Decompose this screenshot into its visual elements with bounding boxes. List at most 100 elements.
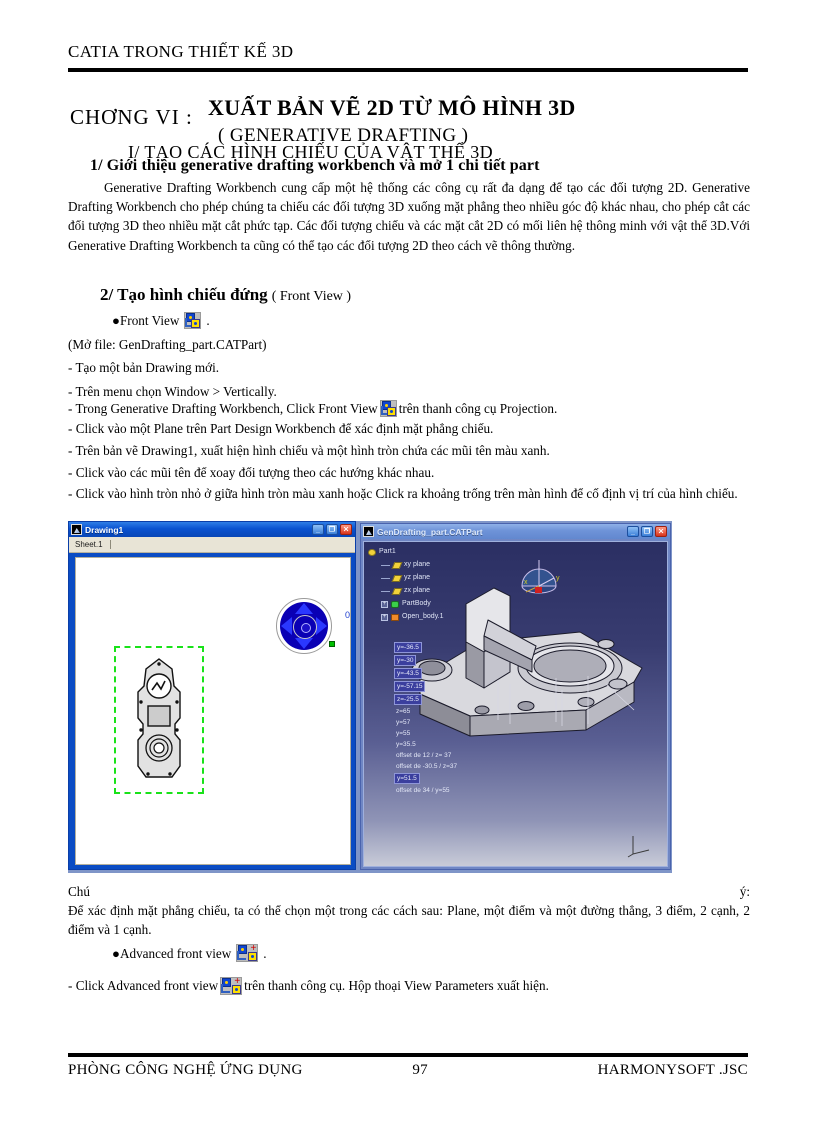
measure-label[interactable]: y=35.5 xyxy=(394,740,418,749)
bullet-advanced-front-view-label: ●Advanced front view xyxy=(112,946,232,961)
measure-label[interactable]: y=51.5 xyxy=(394,773,420,784)
drawing1-canvas[interactable]: 0 xyxy=(75,557,351,865)
tree-node-label: Part1 xyxy=(379,548,396,555)
step-fix-position: - Click vào hình tròn nhỏ ở giữa hình tr… xyxy=(68,486,738,501)
step-click-front-view-text-a: - Trong Generative Drafting Workbench, C… xyxy=(68,401,378,416)
measure-label[interactable]: offset de -30.5 / z=37 xyxy=(394,762,459,771)
gendrafting-title: GenDrafting_part.CATPart xyxy=(377,526,483,537)
front-view-toolbar-icon-2[interactable] xyxy=(379,400,397,417)
compass-axis-label-x: x xyxy=(524,579,528,586)
bullet-front-view-period: . xyxy=(206,313,210,328)
open-file-line: (Mở file: GenDrafting_part.CATPart) xyxy=(68,337,267,352)
step-arrows: - Click vào các mũi tên để xoay đối tượn… xyxy=(68,465,435,480)
plane-icon xyxy=(391,561,403,569)
step-new-drawing: - Tạo một bản Drawing mới. xyxy=(68,360,220,375)
measure-label[interactable]: y=55 xyxy=(394,729,412,738)
compass-zero-label: 0 xyxy=(344,610,350,620)
tree-branch-line xyxy=(381,577,390,579)
close-button[interactable]: ✕ xyxy=(340,524,352,535)
note-text: Để xác định mặt phẳng chiếu, ta có thể c… xyxy=(68,903,750,938)
bullet-front-view-label: ●Front View xyxy=(112,313,180,328)
measure-label[interactable]: z=-25.5 xyxy=(394,694,422,705)
drawing1-sheet-tabbar[interactable]: Sheet.1 xyxy=(69,537,355,553)
compass-3d-widget[interactable]: y x xyxy=(516,556,562,602)
advanced-front-view-toolbar-icon[interactable]: + xyxy=(236,944,259,962)
gendrafting-window-buttons[interactable]: _ ❐ ✕ xyxy=(627,526,667,537)
tree-node-part1[interactable]: Part1 xyxy=(368,546,444,558)
bullet-advanced-front-view: ●Advanced front view + . xyxy=(112,944,267,962)
chapter-main-title: XUẤT BẢN VẼ 2D TỪ MÔ HÌNH 3D xyxy=(208,95,576,120)
measure-label[interactable]: y=-36.5 xyxy=(394,642,422,653)
gendrafting-part-window[interactable]: GenDrafting_part.CATPart _ ❐ ✕ Part1 xy … xyxy=(360,523,671,870)
tree-branch-line xyxy=(381,590,390,592)
compass-arrow-left-icon[interactable] xyxy=(281,617,292,635)
expand-icon[interactable] xyxy=(381,600,388,608)
section-1-heading: 1/ Giới thiệu generative drafting workbe… xyxy=(90,157,540,174)
expand-icon[interactable] xyxy=(381,613,388,621)
step-advanced-text-b: trên thanh công cụ. Hộp thoại View Param… xyxy=(244,978,549,993)
footer-page-number: 97 xyxy=(412,1062,428,1078)
measure-label[interactable]: offset de 34 / y=55 xyxy=(394,786,452,795)
gendrafting-title-bar[interactable]: GenDrafting_part.CATPart _ ❐ ✕ xyxy=(361,524,670,539)
partbody-icon xyxy=(391,600,399,608)
document-page: CATIA TRONG THIẾT KẾ 3D CHƠNG VI : XUẤT … xyxy=(0,0,816,1123)
front-view-frame[interactable] xyxy=(114,646,204,794)
close-button-2[interactable]: ✕ xyxy=(655,526,667,537)
measure-label[interactable]: y=-57.15 xyxy=(394,681,426,692)
footer-right-text: HARMONYSOFT .JSC xyxy=(597,1062,748,1078)
measure-label[interactable]: y=-30 xyxy=(394,655,417,666)
axis-indicator-icon xyxy=(627,836,650,858)
page-footer: PHÒNG CÔNG NGHỆ ỨNG DỤNG 97 HARMONYSOFT … xyxy=(68,1062,748,1079)
measure-label-list: y=-36.5 y=-30 y=-43.5 y=-57.15 z=-25.5 z… xyxy=(394,642,459,795)
catia-app-icon-2 xyxy=(363,526,374,537)
step-drawing1: - Trên bản vẽ Drawing1, xuất hiện hình c… xyxy=(68,443,550,458)
note-label-row: Chú ý: xyxy=(68,884,750,900)
minimize-button[interactable]: _ xyxy=(312,524,324,535)
compass-arrow-down-icon[interactable] xyxy=(295,638,313,649)
measure-label[interactable]: offset de 12 / z= 37 xyxy=(394,751,453,760)
compass-arrow-right-icon[interactable] xyxy=(316,617,327,635)
front-view-toolbar-icon[interactable] xyxy=(184,312,202,329)
rotation-compass-widget[interactable] xyxy=(276,598,335,654)
maximize-button[interactable]: ❐ xyxy=(326,524,338,535)
section-2-heading: 2/ Tạo hình chiếu đứng ( Front View ) xyxy=(100,285,351,305)
step-advanced-front-view: - Click Advanced front view + trên thanh… xyxy=(68,976,750,995)
catia-screenshot: Drawing1 _ ❐ ✕ Sheet.1 0 GenDrafting_par… xyxy=(68,521,672,873)
section-2-heading-plain: ( Front View ) xyxy=(271,289,352,304)
compass-axis-label-y: y xyxy=(556,575,560,582)
plane-icon xyxy=(391,587,403,595)
plane-icon xyxy=(391,574,403,582)
compass-center-circle[interactable] xyxy=(293,615,317,639)
compass-green-handle[interactable] xyxy=(329,641,335,647)
note-label-right: ý: xyxy=(739,884,750,899)
advanced-front-view-toolbar-icon-2[interactable]: + xyxy=(220,976,243,995)
step-advanced-text-a: - Click Advanced front view xyxy=(68,978,219,993)
footer-divider xyxy=(68,1053,748,1057)
section-2-heading-bold: 2/ Tạo hình chiếu đứng xyxy=(100,285,268,304)
step-click-plane: - Click vào một Plane trên Part Design W… xyxy=(68,421,494,436)
bullet-advanced-period: . xyxy=(263,946,267,961)
step-click-front-view: - Trong Generative Drafting Workbench, C… xyxy=(68,399,750,418)
step-click-front-view-text-b: trên thanh công cụ Projection. xyxy=(398,401,558,416)
part-icon xyxy=(368,548,376,556)
measure-label[interactable]: z=65 xyxy=(394,707,412,716)
measure-label[interactable]: y=-43.5 xyxy=(394,668,422,679)
step-menu-window: - Trên menu chọn Window > Vertically. xyxy=(68,384,277,399)
intro-paragraph: Generative Drafting Workbench cung cấp m… xyxy=(68,180,750,253)
sheet-tab-sheet1[interactable]: Sheet.1 xyxy=(75,540,111,549)
note-label-left: Chú xyxy=(68,884,90,899)
catia-app-icon xyxy=(71,524,82,535)
part-3d-viewport[interactable]: Part1 xy plane yz plane zx plane + PartB… xyxy=(363,541,668,867)
compass-arrow-up-icon[interactable] xyxy=(295,603,313,614)
tree-branch-line xyxy=(381,564,390,566)
measure-label[interactable]: y=57 xyxy=(394,718,412,727)
bullet-front-view: ●Front View . xyxy=(112,312,210,329)
drawing1-title: Drawing1 xyxy=(85,524,124,535)
drawing1-title-bar[interactable]: Drawing1 _ ❐ ✕ xyxy=(69,522,355,537)
page-header-title: CATIA TRONG THIẾT KẾ 3D xyxy=(68,42,294,61)
maximize-button-2[interactable]: ❐ xyxy=(641,526,653,537)
open-body-icon xyxy=(391,613,399,621)
drawing1-window-buttons[interactable]: _ ❐ ✕ xyxy=(312,524,352,535)
minimize-button-2[interactable]: _ xyxy=(627,526,639,537)
drawing1-window[interactable]: Drawing1 _ ❐ ✕ Sheet.1 0 xyxy=(68,521,356,870)
